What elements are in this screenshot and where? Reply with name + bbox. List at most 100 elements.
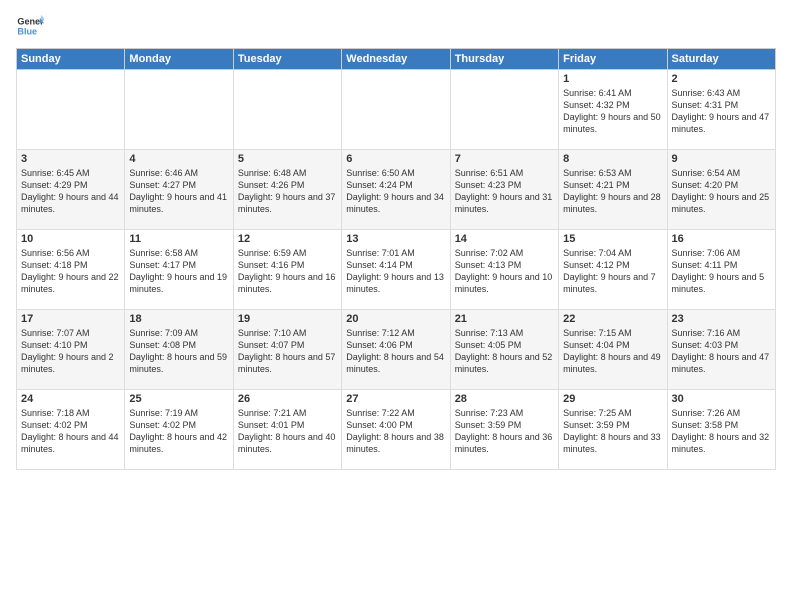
svg-text:Blue: Blue (17, 26, 37, 36)
calendar-cell: 22Sunrise: 7:15 AMSunset: 4:04 PMDayligh… (559, 310, 667, 390)
cell-text: Sunrise: 7:02 AM (455, 247, 554, 259)
calendar-table: SundayMondayTuesdayWednesdayThursdayFrid… (16, 48, 776, 470)
day-number: 15 (563, 233, 662, 245)
cell-text: Sunrise: 6:41 AM (563, 87, 662, 99)
cell-text: Sunrise: 6:58 AM (129, 247, 228, 259)
day-number: 27 (346, 393, 445, 405)
calendar-cell: 17Sunrise: 7:07 AMSunset: 4:10 PMDayligh… (17, 310, 125, 390)
cell-text: Sunrise: 7:23 AM (455, 407, 554, 419)
cell-text: Sunrise: 7:04 AM (563, 247, 662, 259)
cell-text: Sunrise: 7:13 AM (455, 327, 554, 339)
calendar-cell: 1Sunrise: 6:41 AMSunset: 4:32 PMDaylight… (559, 70, 667, 150)
cell-text: Sunset: 4:18 PM (21, 259, 120, 271)
calendar-cell: 10Sunrise: 6:56 AMSunset: 4:18 PMDayligh… (17, 230, 125, 310)
cell-text: Daylight: 9 hours and 16 minutes. (238, 271, 337, 295)
header-cell-saturday: Saturday (667, 49, 775, 70)
day-number: 26 (238, 393, 337, 405)
cell-text: Daylight: 8 hours and 42 minutes. (129, 431, 228, 455)
day-number: 5 (238, 153, 337, 165)
cell-text: Daylight: 8 hours and 36 minutes. (455, 431, 554, 455)
cell-text: Sunrise: 6:56 AM (21, 247, 120, 259)
cell-text: Sunrise: 7:26 AM (672, 407, 771, 419)
cell-text: Sunrise: 7:01 AM (346, 247, 445, 259)
header-cell-thursday: Thursday (450, 49, 558, 70)
day-number: 28 (455, 393, 554, 405)
cell-text: Sunset: 4:05 PM (455, 339, 554, 351)
cell-text: Sunset: 4:27 PM (129, 179, 228, 191)
day-number: 24 (21, 393, 120, 405)
cell-text: Sunrise: 7:16 AM (672, 327, 771, 339)
day-number: 13 (346, 233, 445, 245)
calendar-cell: 15Sunrise: 7:04 AMSunset: 4:12 PMDayligh… (559, 230, 667, 310)
day-number: 1 (563, 73, 662, 85)
cell-text: Sunrise: 6:54 AM (672, 167, 771, 179)
day-number: 12 (238, 233, 337, 245)
cell-text: Sunset: 4:13 PM (455, 259, 554, 271)
cell-text: Sunset: 4:00 PM (346, 419, 445, 431)
cell-text: Daylight: 8 hours and 52 minutes. (455, 351, 554, 375)
header: General Blue (16, 12, 776, 40)
cell-text: Sunset: 3:59 PM (455, 419, 554, 431)
cell-text: Daylight: 8 hours and 40 minutes. (238, 431, 337, 455)
cell-text: Sunset: 4:20 PM (672, 179, 771, 191)
calendar-cell: 28 Sunrise: 7:23 AMSunset: 3:59 PMDayligh… (450, 390, 558, 470)
cell-text: Daylight: 9 hours and 41 minutes. (129, 191, 228, 215)
header-cell-monday: Monday (125, 49, 233, 70)
cell-text: Sunrise: 7:18 AM (21, 407, 120, 419)
cell-text: Daylight: 9 hours and 37 minutes. (238, 191, 337, 215)
cell-text: Sunrise: 7:22 AM (346, 407, 445, 419)
cell-text: Sunset: 4:03 PM (672, 339, 771, 351)
cell-text: Sunset: 4:02 PM (129, 419, 228, 431)
week-row-3: 10Sunrise: 6:56 AMSunset: 4:18 PMDayligh… (17, 230, 776, 310)
cell-text: Sunrise: 7:21 AM (238, 407, 337, 419)
logo-icon: General Blue (16, 12, 44, 40)
calendar-cell (233, 70, 341, 150)
calendar-cell: 12Sunrise: 6:59 AMSunset: 4:16 PMDayligh… (233, 230, 341, 310)
calendar-cell: 19Sunrise: 7:10 AMSunset: 4:07 PMDayligh… (233, 310, 341, 390)
cell-text: Sunset: 4:23 PM (455, 179, 554, 191)
cell-text: Daylight: 9 hours and 34 minutes. (346, 191, 445, 215)
day-number: 18 (129, 313, 228, 325)
cell-text: Sunrise: 7:07 AM (21, 327, 120, 339)
cell-text: Sunset: 4:08 PM (129, 339, 228, 351)
cell-text: Sunrise: 7:06 AM (672, 247, 771, 259)
cell-text: Sunrise: 6:46 AM (129, 167, 228, 179)
day-number: 7 (455, 153, 554, 165)
calendar-cell: 30Sunrise: 7:26 AMSunset: 3:58 PMDayligh… (667, 390, 775, 470)
day-number: 16 (672, 233, 771, 245)
day-number: 9 (672, 153, 771, 165)
header-cell-wednesday: Wednesday (342, 49, 450, 70)
cell-text: Daylight: 8 hours and 44 minutes. (21, 431, 120, 455)
cell-text: Daylight: 8 hours and 49 minutes. (563, 351, 662, 375)
cell-text: Sunset: 4:11 PM (672, 259, 771, 271)
cell-text: Sunrise: 7:12 AM (346, 327, 445, 339)
calendar-cell: 3 Sunrise: 6:45 AMSunset: 4:29 PMDaylight… (17, 150, 125, 230)
calendar-cell (342, 70, 450, 150)
calendar-cell: 27Sunrise: 7:22 AMSunset: 4:00 PMDayligh… (342, 390, 450, 470)
cell-text: Daylight: 8 hours and 59 minutes. (129, 351, 228, 375)
cell-text: Sunset: 3:59 PM (563, 419, 662, 431)
day-number: 21 (455, 313, 554, 325)
day-number: 30 (672, 393, 771, 405)
day-number: 3 (21, 153, 120, 165)
cell-text: Sunrise: 7:19 AM (129, 407, 228, 419)
cell-text: Sunset: 4:26 PM (238, 179, 337, 191)
week-row-2: 3Sunrise: 6:45 AMSunset: 4:29 PMDaylight… (17, 150, 776, 230)
cell-text: Daylight: 9 hours and 44 minutes. (21, 191, 120, 215)
cell-text: Daylight: 9 hours and 13 minutes. (346, 271, 445, 295)
calendar-cell (125, 70, 233, 150)
cell-text: Sunrise: 6:45 AM (21, 167, 120, 179)
calendar-cell (17, 70, 125, 150)
calendar-cell: 11Sunrise: 6:58 AMSunset: 4:17 PMDayligh… (125, 230, 233, 310)
day-number: 2 (672, 73, 771, 85)
cell-text: Sunset: 4:29 PM (21, 179, 120, 191)
cell-text: Sunset: 3:58 PM (672, 419, 771, 431)
cell-text: Sunrise: 6:51 AM (455, 167, 554, 179)
cell-text: Sunrise: 6:50 AM (346, 167, 445, 179)
calendar-cell: 24Sunrise: 7:18 AMSunset: 4:02 PMDayligh… (17, 390, 125, 470)
cell-text: Sunset: 4:24 PM (346, 179, 445, 191)
cell-text: Sunset: 4:12 PM (563, 259, 662, 271)
calendar-cell: 20Sunrise: 7:12 AMSunset: 4:06 PMDayligh… (342, 310, 450, 390)
day-number: 17 (21, 313, 120, 325)
cell-text: Sunset: 4:10 PM (21, 339, 120, 351)
